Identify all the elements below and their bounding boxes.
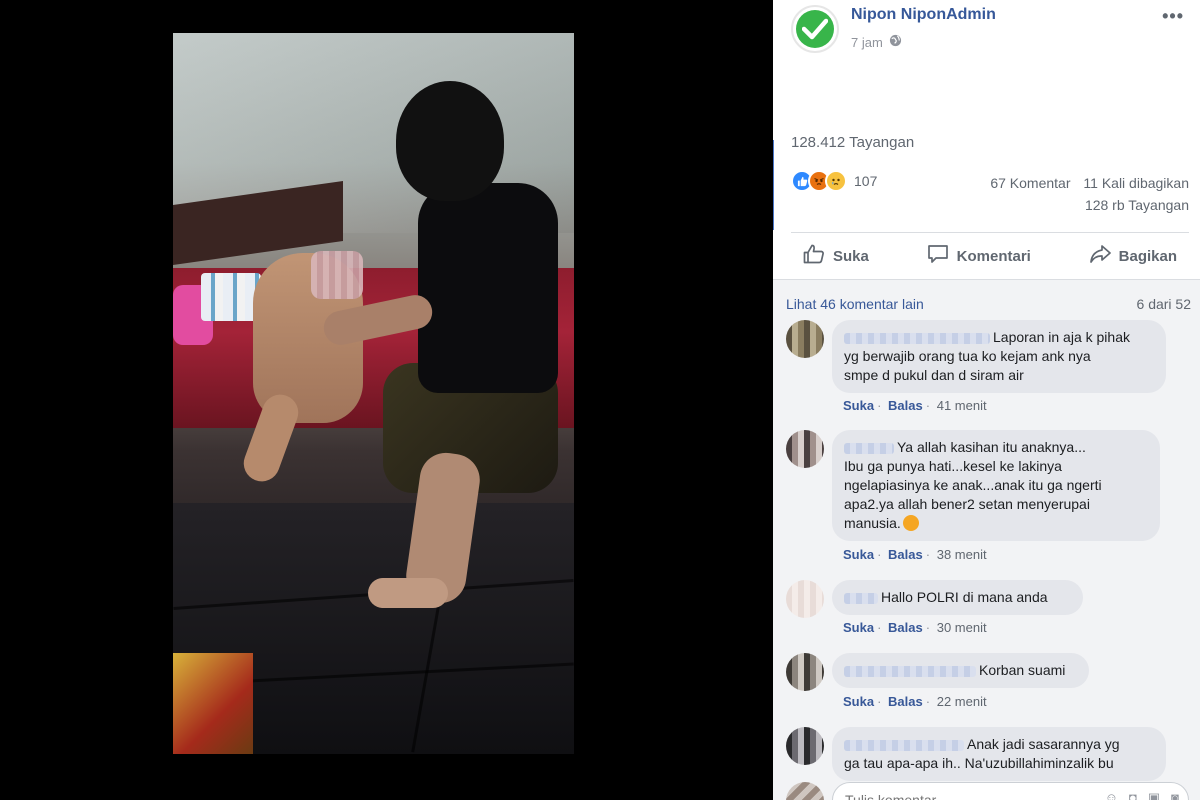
comment-like-link[interactable]: Suka (843, 694, 874, 709)
comment-text-line: ga tau apa-apa ih.. Na'uzubillahiminzali… (844, 755, 1114, 771)
comment-reply-link[interactable]: Balas (888, 398, 923, 413)
comment-time[interactable]: 41 menit (937, 398, 987, 413)
comment-actions: Suka · Balas · 22 menit (843, 694, 987, 709)
comment-text-line: apa2.ya allah bener2 setan menyerupai (844, 496, 1090, 512)
gif-icon[interactable]: ▣ (1148, 790, 1160, 800)
post-header: Nipon NiponAdmin 7 jam ••• (773, 0, 1200, 70)
comment-like-link[interactable]: Suka (843, 547, 874, 562)
divider (791, 232, 1189, 233)
video-bottles (201, 273, 261, 321)
globe-icon (889, 34, 902, 50)
avatar[interactable] (786, 320, 824, 358)
comment-reply-link[interactable]: Balas (888, 547, 923, 562)
avatar[interactable] (786, 430, 824, 468)
avatar[interactable] (786, 653, 824, 691)
comment-bubble: Hallo POLRI di mana anda (832, 580, 1083, 615)
comment-text-line: smpe d pukul dan d siram air (844, 367, 1024, 383)
comment-button[interactable]: Komentari (915, 237, 1043, 275)
post-time[interactable]: 7 jam (851, 35, 883, 50)
comment-text-line: Hallo POLRI di mana anda (881, 589, 1048, 605)
video-area (0, 0, 773, 800)
like-button-label: Suka (833, 247, 869, 265)
comment-reply-link[interactable]: Balas (888, 694, 923, 709)
share-icon (1089, 244, 1111, 268)
sad-face-emoji-icon (902, 515, 919, 531)
share-button[interactable]: Bagikan (1077, 237, 1189, 275)
views-short-link[interactable]: 128 rb Tayangan (1085, 197, 1189, 213)
comment-text-line: Ibu ga punya hati...kesel ke lakinya (844, 458, 1062, 474)
commenter-name-blurred[interactable] (844, 332, 990, 344)
composer-icons: ☺ ◘ ▣ ◙ (1105, 790, 1179, 800)
thumbs-up-icon (803, 244, 825, 268)
comment-actions: Suka · Balas · 41 menit (843, 398, 987, 413)
comment-text-line: Laporan in aja k pihak (993, 329, 1130, 345)
comment-text-line: ngelapiasinya ke anak...anak itu ga nger… (844, 477, 1102, 493)
comment-text-line: yg berwajib orang tua ko kejam ank nya (844, 348, 1091, 364)
post-stats: 107 67 Komentar 11 Kali dibagikan 128 rb… (791, 168, 1189, 230)
reaction-count[interactable]: 107 (854, 173, 877, 189)
comment-text-line: Anak jadi sasarannya yg (967, 736, 1120, 752)
comment-text-line: Ya allah kasihan itu anaknya... (897, 439, 1086, 455)
comment-text-line: manusia. (844, 515, 901, 531)
camera-icon[interactable]: ◘ (1129, 790, 1137, 800)
comment-like-link[interactable]: Suka (843, 620, 874, 635)
comment-actions: Suka · Balas · 38 menit (843, 547, 987, 562)
view-more-comments-link[interactable]: Lihat 46 komentar lain (786, 296, 924, 312)
comments-count-link[interactable]: 67 Komentar (990, 175, 1070, 191)
comment-bubble: Korban suami (832, 653, 1089, 688)
comment-time[interactable]: 30 menit (937, 620, 987, 635)
comment-page-count: 6 dari 52 (1136, 296, 1191, 312)
comments-header: Lihat 46 komentar lain 6 dari 52 (786, 296, 1191, 312)
emoji-icon[interactable]: ☺ (1105, 790, 1118, 800)
avatar[interactable] (786, 580, 824, 618)
comment-composer: ☺ ◘ ▣ ◙ (786, 778, 1191, 800)
commenter-name-blurred[interactable] (844, 592, 878, 604)
comment-time[interactable]: 38 menit (937, 547, 987, 562)
avatar[interactable] (786, 727, 824, 765)
comment-text-line: Korban suami (979, 662, 1066, 678)
comment-bubble: Ya allah kasihan itu anaknya... Ibu ga p… (832, 430, 1160, 541)
comment-reply-link[interactable]: Balas (888, 620, 923, 635)
sad-icon (825, 170, 847, 192)
comment-time[interactable]: 22 menit (937, 694, 987, 709)
comment-actions: Suka · Balas · 30 menit (843, 620, 987, 635)
commenter-name-blurred[interactable] (844, 442, 894, 454)
video-person-foot (368, 578, 448, 608)
page-avatar[interactable] (791, 5, 839, 53)
shares-count-link[interactable]: 11 Kali dibagikan (1083, 175, 1189, 191)
video-rug (173, 653, 253, 754)
view-count: 128.412 Tayangan (791, 134, 915, 151)
post-meta: 7 jam (851, 34, 902, 50)
video-player[interactable] (173, 33, 574, 754)
share-button-label: Bagikan (1118, 247, 1177, 265)
commenter-name-blurred[interactable] (844, 739, 964, 751)
post-panel: Nipon NiponAdmin 7 jam ••• 128.412 Tayan… (773, 0, 1200, 800)
video-person-body (418, 183, 558, 393)
comments-section: Lihat 46 komentar lain 6 dari 52 Laporan… (773, 280, 1200, 800)
post-action-bar: Suka Komentari Bagikan (791, 237, 1189, 275)
reactions-summary[interactable]: 107 (791, 170, 877, 192)
sticker-icon[interactable]: ◙ (1171, 790, 1179, 800)
page-name[interactable]: Nipon NiponAdmin (851, 6, 996, 24)
like-button[interactable]: Suka (791, 237, 881, 275)
commenter-name-blurred[interactable] (844, 665, 976, 677)
checkmark-icon (796, 10, 834, 48)
comment-like-link[interactable]: Suka (843, 398, 874, 413)
comment-bubble: Anak jadi sasarannya yg ga tau apa-apa i… (832, 727, 1166, 781)
comment-button-label: Komentari (956, 247, 1031, 265)
video-person-hair (396, 81, 504, 201)
engagement-stats: 67 Komentar 11 Kali dibagikan 128 rb Tay… (981, 172, 1189, 216)
blurred-face (311, 251, 363, 299)
comment-icon (927, 244, 949, 268)
avatar (786, 782, 824, 800)
focus-border (773, 140, 774, 230)
more-options-icon[interactable]: ••• (1162, 6, 1184, 27)
comment-bubble: Laporan in aja k pihak yg berwajib orang… (832, 320, 1166, 393)
